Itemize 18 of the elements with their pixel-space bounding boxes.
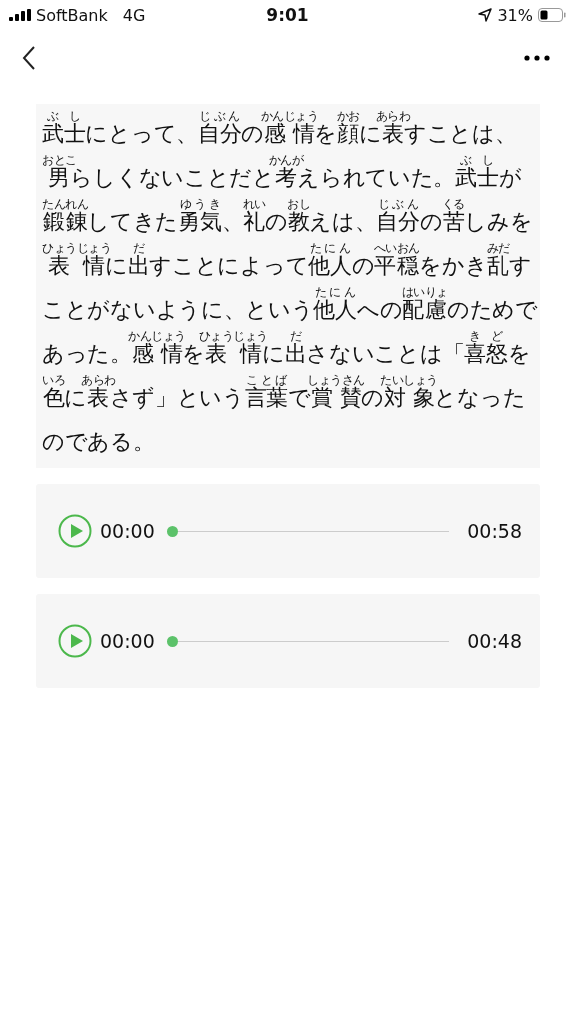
back-icon[interactable] [22, 45, 36, 71]
play-icon[interactable] [58, 514, 92, 548]
carrier-name: SoftBank [36, 5, 108, 25]
current-time: 00:00 [100, 520, 155, 542]
battery-percent: 31% [497, 5, 533, 25]
duration-time: 00:48 [467, 630, 522, 652]
battery-icon [538, 8, 566, 22]
play-icon[interactable] [58, 624, 92, 658]
clock-time: 9:01 [266, 5, 309, 25]
signal-icon [9, 9, 31, 21]
passage-text: 武士 ぶし にとって、自分 じぶん の感情 かんじょう を顔 かお に表 あらわ すことは、 男 おとこ らしくないことだと考 かんが えられていた。武士 ぶし が 鍛錬 たんれん してきた 勇気 ゆうき 、礼 れい の教 おし えは、自分 じぶん の苦 くる しみを 表情 ひょうじょう に出 だ すことによって他人 たにん の平穏 へいおん をかき 乱 みだ すことがないように、という 他人 たにん への配慮 はいりょ のためであった。感情 かんじょう を表情 ひょうじょう に出 だ さないことは「喜怒 きど を 色 いろ に表 あらわ さず」という 言葉 ことば で賞賛 しょうさん の対象 たいしょう となったのである。 [36, 104, 540, 468]
progress-thumb[interactable] [166, 525, 178, 537]
progress-thumb[interactable] [166, 635, 178, 647]
more-icon[interactable] [524, 55, 550, 61]
duration-time: 00:58 [467, 520, 522, 542]
location-arrow-icon [478, 8, 493, 22]
network-type: 4G [122, 5, 146, 25]
current-time: 00:00 [100, 630, 155, 652]
